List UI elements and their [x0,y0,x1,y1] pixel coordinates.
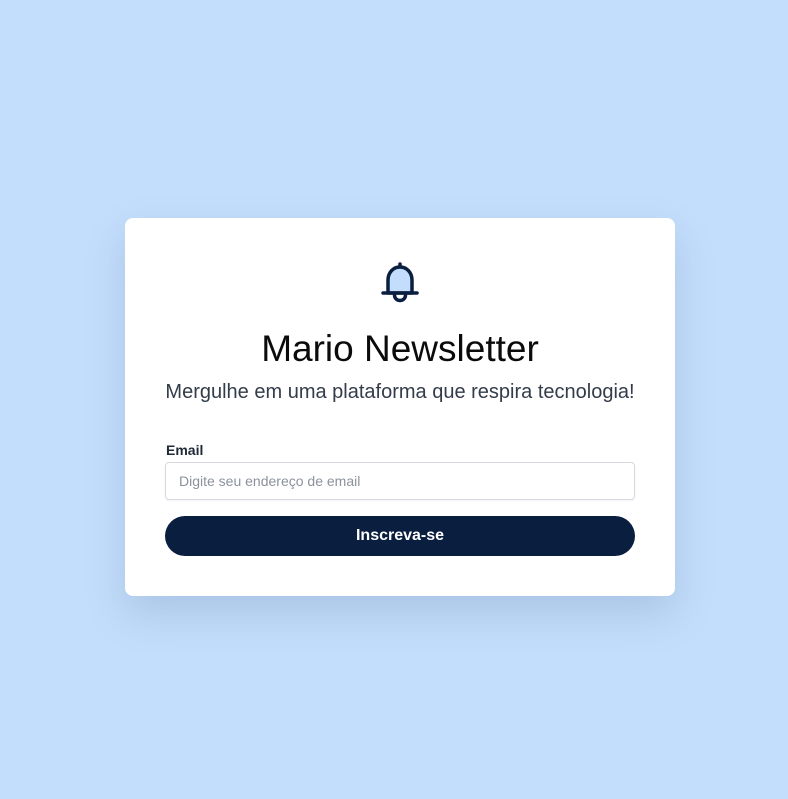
newsletter-card: Mario Newsletter Mergulhe em uma platafo… [125,218,675,596]
newsletter-subtitle: Mergulhe em uma plataforma que respira t… [165,381,635,403]
email-input[interactable] [165,462,635,500]
newsletter-title: Mario Newsletter [261,328,539,369]
email-label: Email [166,442,204,458]
bell-icon-container [125,261,675,303]
bell-icon [381,262,419,303]
subscribe-button[interactable]: Inscreva-se [165,516,635,556]
